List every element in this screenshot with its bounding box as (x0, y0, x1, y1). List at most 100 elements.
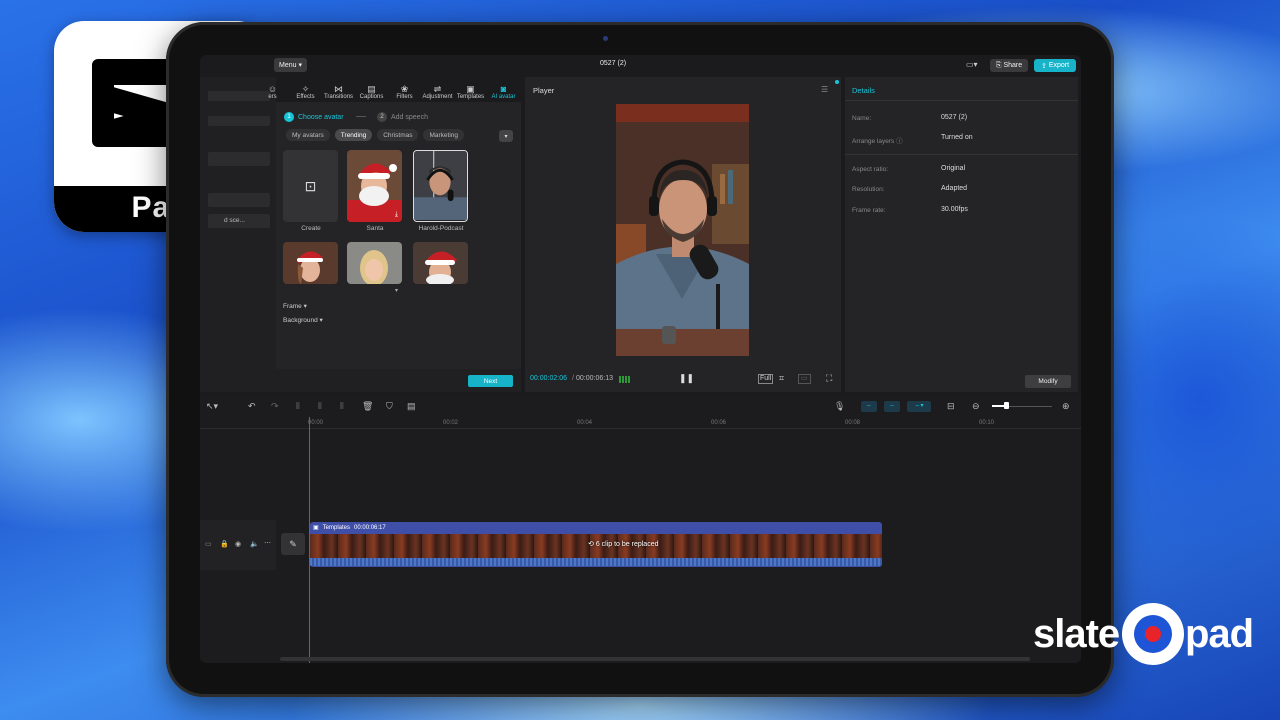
podcast-host-image (616, 104, 749, 356)
ruler-label: 00:04 (577, 420, 593, 426)
avatar-card[interactable] (347, 242, 402, 284)
microphone-icon[interactable]: 🎙 (834, 401, 845, 412)
zoom-out-icon[interactable]: ⊖ (972, 401, 980, 412)
scroll-down-icon[interactable]: ▾ (395, 287, 398, 294)
tab-trending[interactable]: Trending (334, 129, 373, 141)
clip-duration: 00:00:06:17 (354, 524, 386, 531)
brand-text-left: slate (1033, 612, 1120, 656)
split-right-icon[interactable]: ⫴ (340, 401, 344, 412)
detail-label: Resolution: (852, 186, 885, 193)
download-icon[interactable]: ⤓ (395, 211, 398, 219)
layout-icon[interactable]: ▭▾ (966, 60, 984, 70)
fit-timeline-icon[interactable]: ⊟ (947, 401, 955, 412)
ruler-label: 00:08 (845, 420, 861, 426)
undo-icon[interactable]: ↶ (248, 401, 256, 412)
clip-replace-label: 6 clip to be replaced (595, 541, 659, 548)
delete-icon[interactable]: 🗑 (362, 401, 373, 412)
card-label: Create (301, 225, 321, 232)
left-nav-item[interactable] (208, 152, 270, 166)
audio-icon[interactable]: 🔈 (250, 540, 259, 548)
detail-value: 30.00fps (941, 206, 968, 213)
step-label: Add speech (391, 113, 428, 121)
avatar-card[interactable] (283, 242, 338, 284)
share-button[interactable]: ⎘ Share (990, 59, 1028, 72)
left-nav-item[interactable]: d sce... (208, 214, 270, 228)
cover-icon[interactable]: ▭ (205, 540, 212, 548)
menu-button[interactable]: Menu ▾ (274, 58, 307, 72)
shield-icon[interactable]: ⛉ (386, 401, 393, 412)
background-dropdown[interactable]: Background ▾ (283, 316, 323, 324)
step-add-speech[interactable]: 2 Add speech (377, 112, 428, 122)
step-number: 2 (377, 112, 387, 122)
adjustment-icon: ⇌ (433, 84, 442, 94)
status-dot (835, 80, 839, 84)
caption-edit-icon[interactable]: ▤ (407, 401, 416, 412)
audio-meter-icon (619, 376, 631, 383)
card-label: Santa (366, 225, 384, 232)
preview-axis-icon[interactable]: ⇔▾ (907, 401, 931, 412)
tool-filters[interactable]: ❀ Filters (388, 78, 421, 100)
tool-transitions[interactable]: ⋈ Transitions (322, 78, 355, 100)
link-clips-icon[interactable]: ⇔ (861, 401, 877, 412)
tool-captions[interactable]: ▤ Captions (355, 78, 388, 100)
ratio-icon[interactable]: ▭ (798, 374, 811, 384)
tool-label: Captions (359, 94, 384, 100)
playhead[interactable] (309, 417, 310, 663)
zoom-in-icon[interactable]: ⊕ (1062, 401, 1070, 412)
tool-adjustment[interactable]: ⇌ Adjustment (421, 78, 454, 100)
full-quality-icon[interactable]: Full (758, 374, 774, 384)
more-tabs-button[interactable]: ▾ (499, 130, 513, 142)
tab-marketing[interactable]: Marketing (423, 129, 465, 141)
redo-icon[interactable]: ↷ (271, 401, 279, 412)
fullscreen-icon[interactable]: ⛶ (826, 373, 832, 384)
step-choose-avatar[interactable]: 1 Choose avatar (284, 112, 344, 122)
camera-dot (603, 36, 608, 41)
template-clip[interactable]: ▣ Templates 00:00:06:17 ⟲ 6 clip to be r… (310, 522, 882, 567)
create-avatar-card[interactable]: ⊡ (283, 150, 338, 222)
lock-icon[interactable]: 🔒 (220, 540, 229, 548)
video-preview (616, 104, 749, 356)
avatar-card-santa[interactable]: ⤓ (347, 150, 402, 222)
tool-label: Effects (296, 94, 315, 100)
select-tool-icon[interactable]: ↖▾ (206, 401, 218, 412)
player-menu-icon[interactable]: ☰ (821, 85, 828, 94)
step-divider (356, 116, 366, 117)
modify-button[interactable]: Modify (1025, 375, 1071, 388)
split-left-icon[interactable]: ⫴ (318, 401, 322, 412)
tool-effects[interactable]: ✧ Effects (289, 78, 322, 100)
export-button[interactable]: ⇪ Export (1034, 59, 1076, 72)
avatar-card[interactable] (413, 242, 468, 284)
avatar-card-harold-podcast[interactable] (413, 150, 468, 222)
magnet-icon[interactable]: ⇔ (884, 401, 900, 412)
left-nav-item[interactable] (208, 116, 270, 126)
help-icon[interactable]: ⓘ (896, 138, 903, 145)
current-time: 00:00:02:06 (530, 375, 567, 382)
frame-dropdown[interactable]: Frame ▾ (283, 302, 307, 310)
eye-icon[interactable]: ◉ (235, 540, 241, 548)
left-nav-item[interactable] (208, 193, 270, 207)
ruler-label: 00:06 (711, 420, 727, 426)
detail-label-text: Arrange layers (852, 138, 895, 145)
detail-value: Adapted (941, 185, 968, 192)
stickers-icon: ☺ (267, 84, 278, 94)
tool-stickers[interactable]: ☺ ers (256, 78, 289, 100)
detail-value: Turned on (941, 134, 973, 141)
pause-icon[interactable]: ❚❚ (679, 373, 694, 384)
tool-ai-avatar[interactable]: ◙ AI avatar (487, 78, 520, 100)
split-icon[interactable]: ⫴ (296, 401, 300, 412)
details-header (845, 77, 1078, 101)
next-button[interactable]: Next (468, 375, 513, 387)
tool-templates[interactable]: ▣ Templates (454, 78, 487, 100)
template-icon: ▣ (313, 525, 319, 531)
ruler-label: 00:02 (443, 420, 459, 426)
timeline-scrollbar[interactable] (280, 657, 1030, 661)
zoom-slider-handle[interactable] (1004, 402, 1009, 409)
tab-christmas[interactable]: Christmas (377, 129, 419, 141)
detail-label: Name: (852, 115, 872, 122)
edit-button[interactable]: ✎ (281, 533, 305, 555)
more-icon[interactable]: ⋯ (264, 539, 271, 547)
screenshot-icon[interactable]: ⌗ (779, 373, 784, 384)
tab-my-avatars[interactable]: My avatars (286, 129, 330, 141)
export-icon: ⇪ (1040, 62, 1047, 70)
tool-label: AI avatar (491, 94, 516, 100)
